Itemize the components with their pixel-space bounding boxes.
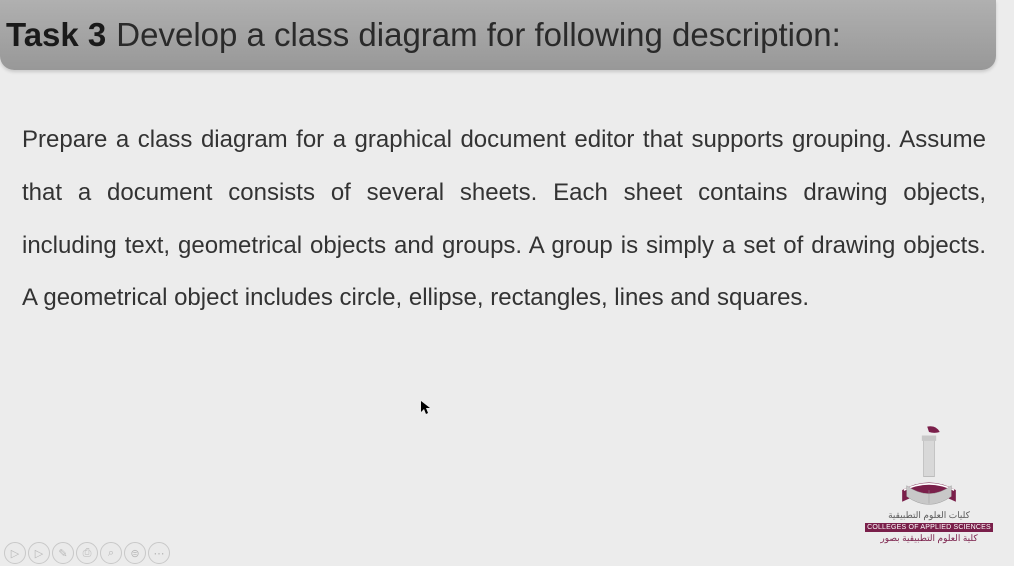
logo-text-en: COLLEGES OF APPLIED SCIENCES [865,523,993,532]
toolbar-btn-3[interactable]: ✎ [52,542,74,564]
toolbar-btn-2[interactable]: ▷ [28,542,50,564]
logo-text-ar-top: كليات العلوم التطبيقية [864,510,994,521]
slide-title-bar: Task 3 Develop a class diagram for follo… [0,0,996,70]
logo-graphic [884,423,974,508]
toolbar-btn-5[interactable]: ⌕ [100,542,122,564]
toolbar-btn-7[interactable]: ⋯ [148,542,170,564]
toolbar-btn-6[interactable]: ⊜ [124,542,146,564]
mouse-cursor-icon [420,400,432,416]
task-description: Prepare a class diagram for a graphical … [0,70,1014,325]
institution-logo: كليات العلوم التطبيقية COLLEGES OF APPLI… [864,423,994,544]
title-rest: Develop a class diagram for following de… [116,16,841,54]
toolbar-btn-1[interactable]: ▷ [4,542,26,564]
title-bold: Task 3 [6,16,106,54]
bottom-toolbar: ▷ ▷ ✎ ⎙ ⌕ ⊜ ⋯ [0,540,174,566]
logo-text-ar-bottom: كلية العلوم التطبيقية بصور [864,533,994,544]
toolbar-btn-4[interactable]: ⎙ [76,542,98,564]
